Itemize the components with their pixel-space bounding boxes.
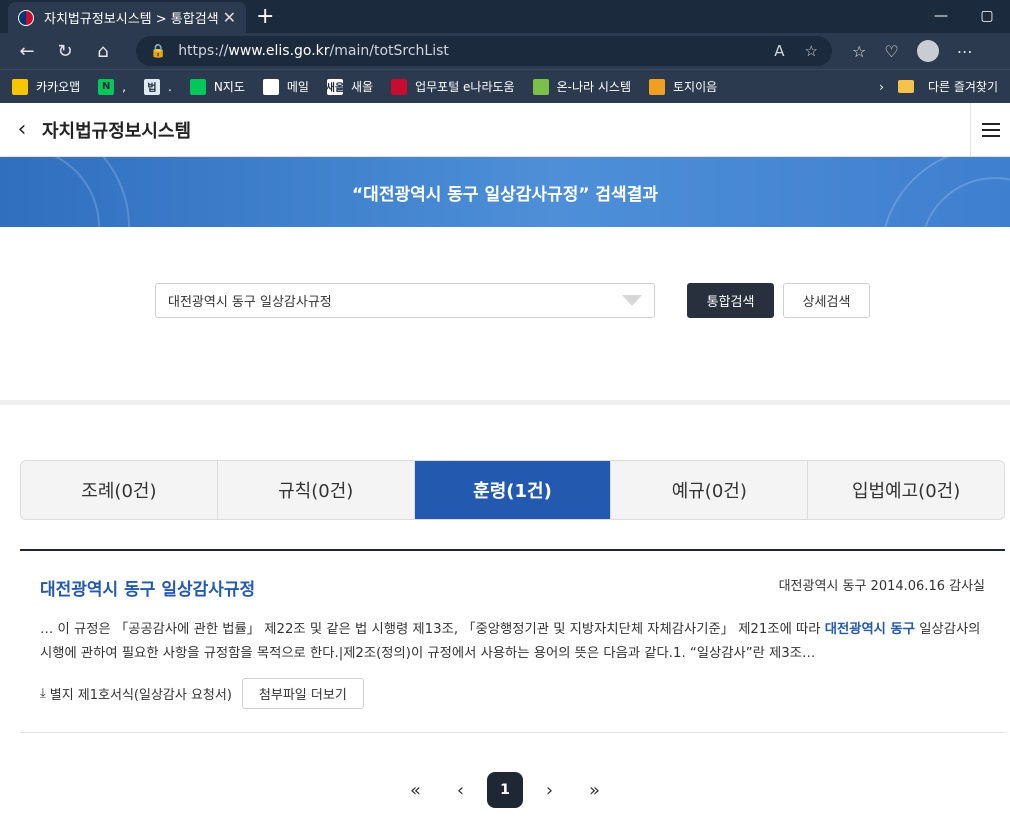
bookmark-item[interactable]: 토지이음 (649, 78, 717, 95)
home-icon[interactable]: ⌂ (84, 41, 122, 62)
attachment-link[interactable]: 별지 제1호서식(일상감사 요청서) (50, 684, 232, 703)
bookmarks-overflow: › 다른 즐겨찾기 (879, 78, 998, 95)
download-icon[interactable]: ⤓ (40, 686, 46, 701)
map-icon (189, 78, 206, 95)
hamburger-menu-icon[interactable] (970, 103, 1010, 157)
snippet-text: … 이 규정은 「공공감사에 관한 법률」 제22조 및 같은 법 시행령 제1… (40, 622, 825, 637)
category-tabs: 조례(0건) 규칙(0건) 훈령(1건) 예규(0건) 입법예고(0건) (20, 460, 1005, 520)
bookmark-label: 카카오맵 (36, 80, 81, 94)
other-bookmarks-link[interactable]: 다른 즐겨찾기 (928, 78, 998, 95)
house-icon (649, 78, 665, 95)
tab-rule[interactable]: 규칙(0건) (218, 461, 415, 519)
naver-icon: N (98, 78, 115, 95)
bookmark-label: 온-나라 시스템 (556, 80, 631, 94)
bookmark-label: 메일 (286, 80, 309, 94)
browser-essentials-icon[interactable]: ♡ (884, 42, 898, 61)
dropdown-triangle-icon (622, 295, 642, 306)
close-icon[interactable]: ✕ (223, 8, 236, 27)
bookmark-label: N지도 (213, 80, 245, 94)
more-attachments-button[interactable]: 첨부파일 더보기 (241, 678, 364, 709)
prev-page-icon[interactable]: ‹ (438, 780, 483, 801)
bookmarks-bar: 카카오맵 N, 법. N지도 메일 새올 새올 업무포털 e나라도움 온-나라 시스템 토지이음 ›… (0, 69, 1010, 103)
tab-ordinance[interactable]: 조례(0건) (21, 461, 218, 519)
back-chevron-icon[interactable]: ‹ (2, 117, 42, 142)
bookmark-item[interactable]: 법. (144, 78, 172, 95)
result-meta: 대전광역시 동구 2014.06.16 감사실 (778, 579, 985, 594)
current-page-button[interactable]: 1 (487, 772, 523, 808)
banner-title: “대전광역시 동구 일상감사규정” 검색결과 (352, 184, 658, 205)
more-menu-icon[interactable]: ⋯ (957, 42, 973, 61)
last-page-icon[interactable]: » (572, 780, 617, 801)
profile-avatar[interactable] (916, 40, 939, 62)
bookmark-item[interactable]: N지도 (189, 78, 245, 95)
bookmark-item[interactable]: 메일 (262, 78, 309, 95)
tab-established-rule[interactable]: 예규(0건) (611, 461, 809, 519)
bookmark-label: , (122, 79, 126, 94)
site-favicon-icon (18, 9, 34, 26)
lock-icon: 🔒 (150, 43, 167, 59)
url-input[interactable]: 🔒 https://www.elis.go.kr/main/totSrchLis… (136, 36, 832, 66)
bookmark-label: 새올 (350, 80, 374, 94)
site-header: ‹ 자치법규정보시스템 (0, 103, 1010, 157)
pagination: « ‹ 1 › » (0, 772, 1010, 808)
list-item: 대전광역시 동구 일상감사규정 대전광역시 동구 2014.06.16 감사실 … (20, 551, 1005, 733)
back-arrow-icon[interactable]: ← (8, 41, 46, 62)
next-page-icon[interactable]: › (527, 780, 572, 801)
chevron-right-icon[interactable]: › (879, 80, 884, 94)
bookmark-item[interactable]: N, (98, 78, 126, 95)
onnara-icon (532, 78, 549, 95)
address-bar-row: ← ↻ ⌂ 🔒 https://www.elis.go.kr/main/totS… (0, 33, 1010, 69)
integrated-search-button[interactable]: 통합검색 (687, 283, 774, 318)
browser-tab[interactable]: 자치법규정보시스템 > 통합검색 ✕ (8, 2, 246, 33)
snippet-highlight: 대전광역시 동구 (824, 622, 916, 637)
favorites-icon[interactable]: ☆ (852, 42, 866, 61)
bookmark-item[interactable]: 새올 새올 (326, 78, 374, 95)
minimize-icon[interactable]: — (918, 0, 964, 33)
folder-icon (897, 80, 914, 93)
tab-directive[interactable]: 훈령(1건) (414, 461, 612, 519)
pin-icon (12, 78, 28, 95)
tab-legislative-notice[interactable]: 입법예고(0건) (808, 461, 1004, 519)
taegeuk-icon (391, 78, 408, 95)
bookmark-item[interactable]: 온-나라 시스템 (532, 78, 631, 95)
window-controls: — ▢ (918, 0, 1010, 33)
law-icon: 법 (144, 78, 160, 95)
url-path: /main/totSrchList (329, 43, 449, 59)
result-list: 대전광역시 동구 일상감사규정 대전광역시 동구 2014.06.16 감사실 … (20, 549, 1005, 733)
maximize-icon[interactable]: ▢ (964, 0, 1010, 33)
url-host: www.elis.go.kr (228, 43, 330, 59)
search-result-banner: “대전광역시 동구 일상감사규정” 검색결과 (0, 157, 1010, 227)
saeol-icon: 새올 (326, 78, 344, 95)
tab-title: 자치법규정보시스템 > 통합검색 (44, 12, 219, 27)
detail-search-button[interactable]: 상세검색 (783, 283, 870, 318)
mail-icon (262, 78, 279, 95)
url-prefix: https:// (178, 43, 229, 59)
site-title: 자치법규정보시스템 (42, 120, 192, 142)
refresh-icon[interactable]: ↻ (46, 41, 84, 62)
bookmark-label: 토지이음 (673, 80, 718, 94)
new-tab-icon[interactable]: + (256, 4, 274, 29)
browser-tab-bar: 자치법규정보시스템 > 통합검색 ✕ + — ▢ (0, 0, 1010, 33)
search-query: 대전광역시 동구 일상감사규정 (168, 295, 332, 310)
search-area: 대전광역시 동구 일상감사규정 통합검색 상세검색 (0, 227, 1010, 405)
bookmark-item[interactable]: 업무포털 e나라도움 (391, 78, 515, 95)
result-snippet: … 이 규정은 「공공감사에 관한 법률」 제22조 및 같은 법 시행령 제1… (40, 618, 985, 666)
attachment-row: ⤓ 별지 제1호서식(일상감사 요청서) 첨부파일 더보기 (40, 678, 985, 709)
bookmark-item[interactable]: 카카오맵 (12, 78, 80, 95)
bookmark-label: 업무포털 e나라도움 (415, 80, 515, 94)
bookmark-label: . (168, 79, 172, 94)
favorite-star-icon[interactable]: ☆ (805, 42, 818, 60)
search-input[interactable]: 대전광역시 동구 일상감사규정 (155, 283, 655, 318)
first-page-icon[interactable]: « (393, 780, 438, 801)
read-aloud-icon[interactable]: A (774, 42, 784, 60)
